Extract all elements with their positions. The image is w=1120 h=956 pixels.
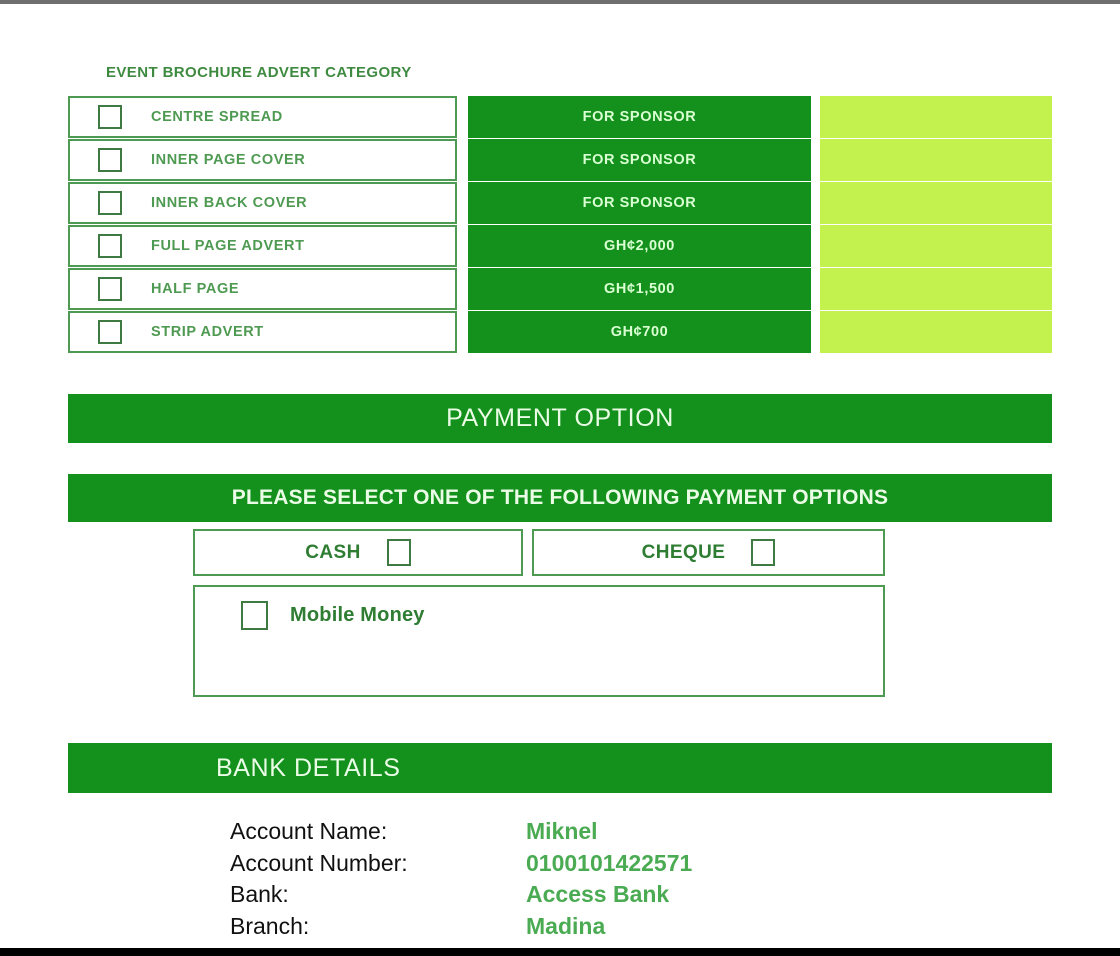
checkbox-unchecked-icon[interactable]	[98, 191, 122, 215]
advert-price-cell: FOR SPONSOR	[468, 96, 811, 138]
checkbox-unchecked-icon[interactable]	[386, 539, 411, 566]
top-letterbox-bar	[0, 0, 1120, 4]
advert-category-label: INNER BACK COVER	[151, 195, 308, 211]
mobile-money-label: Mobile Money	[290, 604, 425, 626]
advert-category-option-centre-spread[interactable]: CENTRE SPREAD	[68, 96, 457, 138]
checkbox-unchecked-icon[interactable]	[241, 601, 268, 630]
advert-price-cell: GH¢2,000	[468, 225, 811, 267]
advert-quantity-blank-field[interactable]	[820, 139, 1052, 181]
bank-label: Bank:	[230, 881, 289, 907]
table-row: INNER PAGE COVER FOR SPONSOR	[68, 139, 1052, 181]
payment-option-cheque[interactable]: CHEQUE	[532, 529, 885, 576]
advert-category-option-strip-advert[interactable]: STRIP ADVERT	[68, 311, 457, 353]
list-item: Account Number: 0100101422571	[230, 850, 692, 882]
form-page: EVENT BROCHURE ADVERT CATEGORY CENTRE SP…	[0, 0, 1120, 956]
bank-details-list: Account Name: Miknel Account Number: 010…	[230, 818, 692, 944]
checkbox-unchecked-icon[interactable]	[98, 320, 122, 344]
checkbox-unchecked-icon[interactable]	[98, 148, 122, 172]
mobile-money-row: Mobile Money	[195, 587, 883, 630]
bank-value: Access Bank	[526, 881, 670, 907]
advert-quantity-blank-field[interactable]	[820, 182, 1052, 224]
advert-price-label: GH¢1,500	[604, 281, 675, 297]
advert-price-label: FOR SPONSOR	[582, 195, 697, 211]
advert-price-cell: GH¢700	[468, 311, 811, 353]
checkbox-unchecked-icon[interactable]	[98, 277, 122, 301]
table-row: FULL PAGE ADVERT GH¢2,000	[68, 225, 1052, 267]
list-item: Branch: Madina	[230, 913, 692, 945]
advert-quantity-blank-field[interactable]	[820, 96, 1052, 138]
payment-option-title: PAYMENT OPTION	[446, 404, 674, 432]
cash-label: CASH	[305, 541, 361, 563]
advert-category-label: HALF PAGE	[151, 281, 240, 297]
advert-price-cell: GH¢1,500	[468, 268, 811, 310]
advert-category-label: STRIP ADVERT	[151, 324, 264, 340]
advert-category-label: INNER PAGE COVER	[151, 152, 306, 168]
advert-price-cell: FOR SPONSOR	[468, 182, 811, 224]
bank-details-banner: BANK DETAILS	[68, 743, 1052, 793]
table-row: HALF PAGE GH¢1,500	[68, 268, 1052, 310]
payment-option-cash[interactable]: CASH	[193, 529, 523, 576]
payment-instruction-banner: PLEASE SELECT ONE OF THE FOLLOWING PAYME…	[68, 474, 1052, 522]
advert-quantity-blank-field[interactable]	[820, 311, 1052, 353]
advert-category-table: CENTRE SPREAD FOR SPONSOR INNER PAGE COV…	[68, 96, 1052, 354]
advert-quantity-blank-field[interactable]	[820, 225, 1052, 267]
account-number-value: 0100101422571	[526, 849, 693, 876]
checkbox-unchecked-icon[interactable]	[751, 539, 776, 566]
advert-price-label: GH¢2,000	[604, 238, 675, 254]
checkbox-unchecked-icon[interactable]	[98, 105, 122, 129]
account-name-label: Account Name:	[230, 818, 388, 844]
bottom-letterbox-bar	[0, 948, 1120, 956]
cheque-label: CHEQUE	[641, 541, 726, 563]
checkbox-unchecked-icon[interactable]	[98, 234, 122, 258]
advert-category-option-full-page-advert[interactable]: FULL PAGE ADVERT	[68, 225, 457, 267]
payment-option-banner: PAYMENT OPTION	[68, 394, 1052, 443]
branch-value: Madina	[526, 912, 606, 939]
advert-category-option-half-page[interactable]: HALF PAGE	[68, 268, 457, 310]
account-number-label: Account Number:	[230, 849, 408, 876]
advert-category-option-inner-page-cover[interactable]: INNER PAGE COVER	[68, 139, 457, 181]
payment-option-mobile-money[interactable]: Mobile Money	[193, 585, 885, 697]
table-row: CENTRE SPREAD FOR SPONSOR	[68, 96, 1052, 138]
advert-price-label: GH¢700	[610, 324, 669, 340]
advert-quantity-blank-field[interactable]	[820, 268, 1052, 310]
advert-category-label: CENTRE SPREAD	[151, 109, 283, 125]
advert-category-label: FULL PAGE ADVERT	[151, 238, 305, 254]
payment-instruction-text: PLEASE SELECT ONE OF THE FOLLOWING PAYME…	[231, 486, 889, 509]
list-item: Bank: Access Bank	[230, 881, 692, 913]
page-title: EVENT BROCHURE ADVERT CATEGORY	[106, 64, 412, 81]
branch-label: Branch:	[230, 912, 310, 939]
advert-price-label: FOR SPONSOR	[582, 109, 697, 125]
account-name-value: Miknel	[526, 818, 598, 844]
advert-category-option-inner-back-cover[interactable]: INNER BACK COVER	[68, 182, 457, 224]
bank-details-title: BANK DETAILS	[216, 753, 401, 782]
advert-price-label: FOR SPONSOR	[582, 152, 697, 168]
advert-price-cell: FOR SPONSOR	[468, 139, 811, 181]
table-row: STRIP ADVERT GH¢700	[68, 311, 1052, 353]
list-item: Account Name: Miknel	[230, 818, 692, 850]
table-row: INNER BACK COVER FOR SPONSOR	[68, 182, 1052, 224]
